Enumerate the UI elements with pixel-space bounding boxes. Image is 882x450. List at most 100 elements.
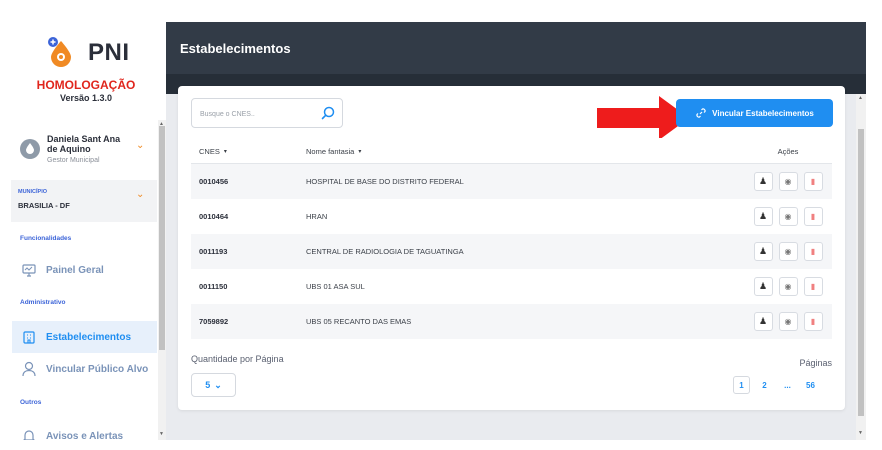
link-users-button[interactable]: ♟ <box>753 242 773 261</box>
page-button-1[interactable]: 1 <box>733 376 750 394</box>
trash-icon: ▮ <box>810 177 816 186</box>
establishments-table: CNES ▾ Nome fantasia ▾ Ações 0010456 HOS… <box>191 138 832 339</box>
link-users-button[interactable]: ♟ <box>753 312 773 331</box>
trash-icon: ▮ <box>810 212 816 221</box>
sidebar-item-vincular-publico-alvo[interactable]: Vincular Público Alvo <box>12 353 157 385</box>
sidebar-scrollbar-thumb[interactable] <box>159 126 165 350</box>
view-button[interactable]: ◉ <box>778 277 798 296</box>
trash-icon: ▮ <box>810 317 816 326</box>
section-outros: Outros <box>20 399 42 406</box>
sort-icon[interactable]: ▾ <box>224 148 227 155</box>
user-role: Gestor Municipal <box>47 157 100 164</box>
eye-icon: ◉ <box>784 177 792 186</box>
page-button-last[interactable]: 56 <box>802 376 819 394</box>
vincular-estabelecimentos-button[interactable]: Vincular Estabelecimentos <box>676 99 833 127</box>
version-label: Versão 1.3.0 <box>59 93 113 103</box>
sort-icon[interactable]: ▾ <box>358 148 361 155</box>
cell-cnes: 0011193 <box>199 247 228 256</box>
sidebar-item-painel-geral[interactable]: Painel Geral <box>12 254 157 286</box>
scroll-down-icon[interactable]: ▼ <box>858 430 863 436</box>
users-icon: ♟ <box>758 176 768 186</box>
view-button[interactable]: ◉ <box>778 242 798 261</box>
sidebar-item-label: Estabelecimentos <box>46 331 132 343</box>
top-bar: Estabelecimentos <box>166 22 866 74</box>
main-scrollbar-thumb[interactable] <box>858 129 864 416</box>
column-header-nome-fantasia[interactable]: Nome fantasia ▾ <box>306 138 361 164</box>
delete-button[interactable]: ▮ <box>803 312 823 331</box>
section-administrativo: Administrativo <box>20 299 66 306</box>
monitor-icon <box>20 261 38 279</box>
page-title: Estabelecimentos <box>180 41 291 56</box>
cell-cnes: 0011150 <box>199 282 228 291</box>
brand-logo: PNI <box>40 27 140 71</box>
environment-label: HOMOLOGAÇÃO <box>36 78 136 92</box>
section-funcionalidades: Funcionalidades <box>20 235 72 242</box>
eye-icon: ◉ <box>784 282 792 291</box>
column-header-acoes: Ações <box>744 138 832 164</box>
cell-nome: CENTRAL DE RADIOLOGIA DE TAGUATINGA <box>306 247 464 256</box>
app-window: PNI HOMOLOGAÇÃO Versão 1.3.0 Daniela San… <box>0 0 882 450</box>
cell-nome: UBS 01 ASA SUL <box>306 282 365 291</box>
eye-icon: ◉ <box>784 317 792 326</box>
delete-button[interactable]: ▮ <box>803 242 823 261</box>
pages-label: Páginas <box>799 358 832 368</box>
column-header-cnes[interactable]: CNES ▾ <box>199 138 227 164</box>
per-page-select[interactable]: 5 ⌄ <box>191 373 236 397</box>
users-icon: ♟ <box>758 316 768 326</box>
link-icon <box>696 108 706 118</box>
view-button[interactable]: ◉ <box>778 207 798 226</box>
trash-icon: ▮ <box>810 247 816 256</box>
scroll-down-icon[interactable]: ▼ <box>159 431 164 437</box>
sidebar-item-estabelecimentos[interactable]: Estabelecimentos <box>12 321 157 353</box>
link-users-button[interactable]: ♟ <box>753 172 773 191</box>
table-row: 0010464 HRAN ♟ ◉ ▮ <box>191 199 832 234</box>
search-box[interactable] <box>191 98 343 128</box>
cell-cnes: 0010464 <box>199 212 229 221</box>
link-users-button[interactable]: ♟ <box>753 277 773 296</box>
column-label: CNES <box>199 146 220 156</box>
cell-nome: HRAN <box>306 212 328 221</box>
view-button[interactable]: ◉ <box>778 312 798 331</box>
bell-icon <box>20 427 38 440</box>
row-actions: ♟ ◉ ▮ <box>744 199 832 234</box>
per-page-value: 5 <box>205 380 211 390</box>
municipio-selector[interactable]: MUNICÍPIO BRASILIA - DF ⌄ <box>11 180 157 222</box>
vaccine-drop-icon <box>48 37 71 67</box>
search-input[interactable] <box>200 107 310 121</box>
sidebar-item-label: Painel Geral <box>46 264 104 276</box>
delete-button[interactable]: ▮ <box>803 207 823 226</box>
table-row: 0010456 HOSPITAL DE BASE DO DISTRITO FED… <box>191 164 832 199</box>
view-button[interactable]: ◉ <box>778 172 798 191</box>
delete-button[interactable]: ▮ <box>803 172 823 191</box>
row-actions: ♟ ◉ ▮ <box>744 164 832 199</box>
municipio-value: BRASILIA - DF <box>18 201 70 210</box>
user-profile[interactable]: Daniela Sant Ana de Aquino Gestor Munici… <box>11 127 157 177</box>
cell-nome: UBS 05 RECANTO DAS EMAS <box>306 317 412 326</box>
person-icon <box>20 360 38 378</box>
page-button-2[interactable]: 2 <box>756 376 773 394</box>
page-ellipsis: ... <box>784 380 791 390</box>
eye-icon: ◉ <box>784 247 792 256</box>
trash-icon: ▮ <box>810 282 816 291</box>
cell-nome: HOSPITAL DE BASE DO DISTRITO FEDERAL <box>306 177 464 186</box>
chevron-down-icon[interactable]: ⌄ <box>136 140 144 151</box>
link-users-button[interactable]: ♟ <box>753 207 773 226</box>
scroll-up-icon[interactable]: ▲ <box>159 121 164 127</box>
scroll-up-icon[interactable]: ▲ <box>858 95 863 101</box>
vincular-label: Vincular Estabelecimentos <box>712 108 814 118</box>
delete-button[interactable]: ▮ <box>803 277 823 296</box>
building-icon <box>20 328 38 346</box>
cell-cnes: 7059892 <box>199 317 229 326</box>
chevron-down-icon[interactable]: ⌄ <box>136 189 144 200</box>
search-icon[interactable] <box>320 105 336 121</box>
users-icon: ♟ <box>758 246 768 256</box>
sidebar-item-avisos-alertas[interactable]: Avisos e Alertas <box>12 420 157 440</box>
per-page-label: Quantidade por Página <box>191 354 284 364</box>
row-actions: ♟ ◉ ▮ <box>744 304 832 339</box>
municipio-label: MUNICÍPIO <box>18 189 48 195</box>
table-row: 0011150 UBS 01 ASA SUL ♟ ◉ ▮ <box>191 269 832 304</box>
table-row: 0011193 CENTRAL DE RADIOLOGIA DE TAGUATI… <box>191 234 832 269</box>
sidebar: PNI HOMOLOGAÇÃO Versão 1.3.0 Daniela San… <box>11 22 166 440</box>
cell-cnes: 0010456 <box>199 177 229 186</box>
avatar <box>20 139 40 159</box>
